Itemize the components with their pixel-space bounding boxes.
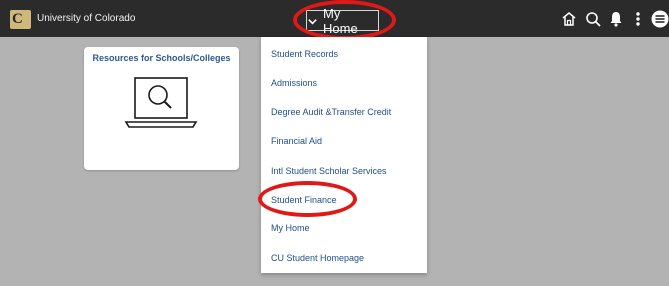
my-home-dropdown-menu: Student Records Admissions Degree Audit … xyxy=(261,37,427,273)
menu-item-intl-student-scholar-services[interactable]: Intl Student Scholar Services xyxy=(271,166,387,176)
menu-item-financial-aid[interactable]: Financial Aid xyxy=(271,136,322,146)
highlight-oval-student-finance xyxy=(258,181,357,217)
menu-item-student-records[interactable]: Student Records xyxy=(271,49,338,59)
highlight-oval-my-home xyxy=(293,0,396,40)
laptop-search-icon xyxy=(122,74,200,134)
resources-tile[interactable]: Resources for Schools/Colleges xyxy=(84,47,239,170)
brand-title: University of Colorado xyxy=(37,13,136,24)
bell-icon[interactable] xyxy=(607,10,625,28)
search-icon[interactable] xyxy=(584,10,602,28)
menu-icon[interactable] xyxy=(651,10,669,28)
tile-title: Resources for Schools/Colleges xyxy=(92,53,231,63)
menu-item-degree-audit[interactable]: Degree Audit &Transfer Credit xyxy=(271,107,391,117)
menu-item-admissions[interactable]: Admissions xyxy=(271,78,317,88)
menu-item-my-home[interactable]: My Home xyxy=(271,223,310,233)
cu-logo[interactable]: C xyxy=(10,10,31,29)
home-icon[interactable] xyxy=(560,10,578,28)
menu-item-cu-student-homepage[interactable]: CU Student Homepage xyxy=(271,253,364,263)
cu-logo-letter: C xyxy=(12,11,23,27)
more-vertical-icon[interactable] xyxy=(629,10,647,28)
